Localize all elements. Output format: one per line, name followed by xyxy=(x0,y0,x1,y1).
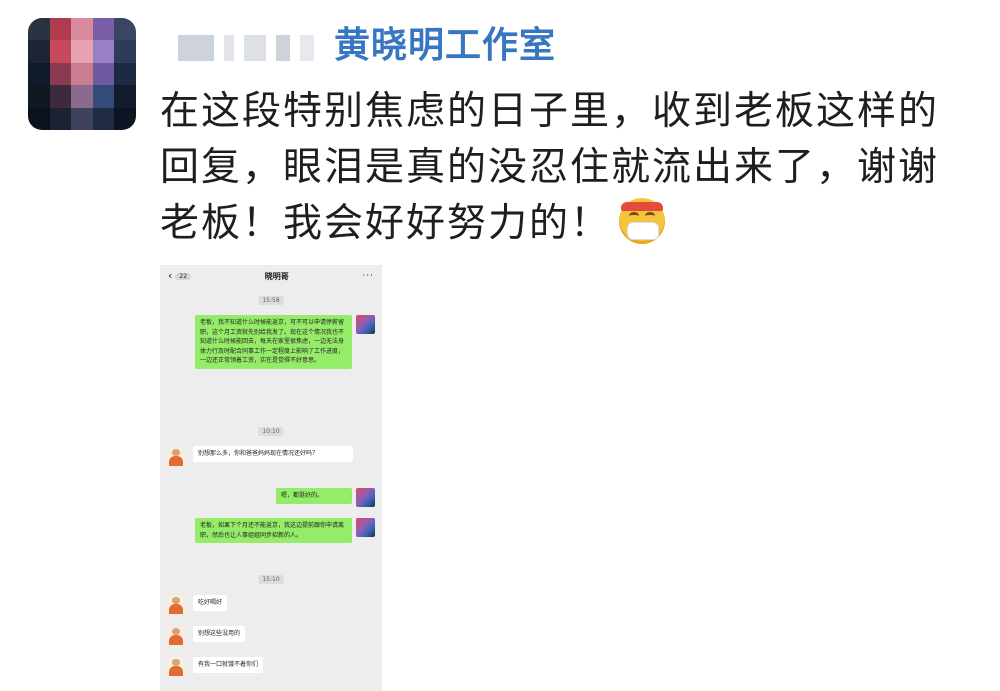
unread-count-badge: 22 xyxy=(175,272,192,280)
my-avatar xyxy=(356,315,375,334)
author-avatar[interactable] xyxy=(28,18,136,130)
boss-avatar xyxy=(166,595,185,614)
timestamp: 10:10 xyxy=(258,427,284,436)
boss-avatar xyxy=(166,657,185,676)
message-bubble-me: 嗯，都挺好的。 xyxy=(276,488,352,504)
post-author-name[interactable]: 黄晓明工作室 xyxy=(334,18,556,74)
message-bubble-me: 老板，如果下个月还不能返京，我这边提前跟你申请离职，然后也让人事姐姐同步招新的人… xyxy=(195,518,352,543)
my-avatar xyxy=(356,518,375,537)
blurred-username xyxy=(178,32,328,64)
mask-face-emoji-icon xyxy=(619,198,666,244)
post-body-text: 在这段特别焦虑的日子里，收到老板这样的回复，眼泪是真的没忍住就流出来了，谢谢老板… xyxy=(160,89,940,246)
chevron-left-icon: ‹ xyxy=(168,269,173,282)
chat-screenshot-image[interactable]: ‹ 22 晓明哥 ··· 15:58 老板，我不知道什么时候能返京，可不可以申请… xyxy=(160,265,382,691)
timestamp: 15:58 xyxy=(258,296,284,305)
chat-header: ‹ 22 晓明哥 ··· xyxy=(160,265,382,287)
my-avatar xyxy=(356,488,375,507)
message-bubble-me: 老板，我不知道什么时候能返京，可不可以申请停薪留职，这个月工资就先别给我发了。现… xyxy=(195,315,352,369)
post-body: 在这段特别焦虑的日子里，收到老板这样的回复，眼泪是真的没忍住就流出来了，谢谢老板… xyxy=(160,84,960,252)
message-bubble-boss: 吃好喝好 xyxy=(193,595,228,611)
chat-title: 晓明哥 xyxy=(264,271,289,281)
message-bubble-boss: 有我一口就饿不着你们 xyxy=(193,657,264,673)
boss-avatar xyxy=(166,626,185,645)
message-bubble-boss: 别想这些没用的 xyxy=(193,626,246,642)
timestamp: 15:10 xyxy=(258,575,284,584)
message-bubble-boss: 别想那么多，你和爸爸妈妈现在情况还好吗？ xyxy=(193,446,353,462)
back-button[interactable]: ‹ 22 xyxy=(168,269,192,282)
more-icon[interactable]: ··· xyxy=(362,271,374,281)
boss-avatar xyxy=(166,447,185,466)
